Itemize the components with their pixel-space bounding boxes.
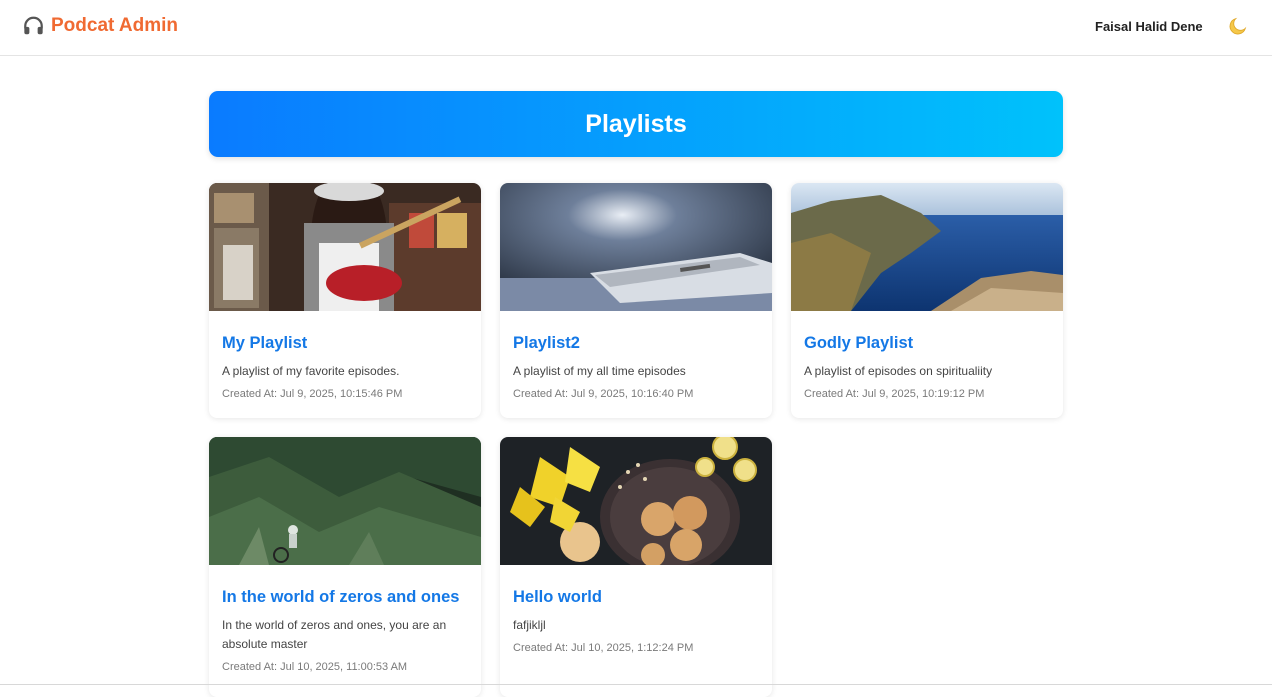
playlist-description: In the world of zeros and ones, you are … — [222, 618, 447, 651]
playlist-description: fafjikljl — [513, 618, 546, 632]
playlist-description: A playlist of my favorite episodes. — [222, 364, 400, 378]
page-title: Playlists — [585, 110, 687, 138]
playlist-cover-image — [209, 437, 481, 565]
playlist-created-at: Created At: Jul 10, 2025, 1:12:24 PM — [513, 642, 694, 654]
brand-title: Podcat Admin — [51, 15, 179, 36]
theme-toggle-button[interactable] — [1226, 15, 1250, 39]
playlist-cover-image — [209, 183, 481, 311]
brand-link[interactable]: Podcat Admin — [22, 15, 178, 37]
playlist-description: A playlist of my all time episodes — [513, 364, 686, 378]
headphones-icon — [22, 15, 45, 37]
user-name[interactable]: Faisal Halid Dene — [1095, 19, 1203, 35]
playlist-title[interactable]: In the world of zeros and ones — [222, 587, 468, 607]
playlist-cover-image — [500, 183, 772, 311]
playlist-card[interactable]: Godly Playlist A playlist of episodes on… — [791, 183, 1063, 418]
moon-icon — [1227, 15, 1249, 40]
playlist-created-at: Created At: Jul 9, 2025, 10:19:12 PM — [804, 388, 985, 400]
playlist-title[interactable]: My Playlist — [222, 333, 468, 353]
playlist-card[interactable]: Hello world fafjikljl Created At: Jul 10… — [500, 437, 772, 697]
playlist-title[interactable]: Hello world — [513, 587, 759, 607]
top-navbar: Podcat Admin Faisal Halid Dene — [0, 0, 1272, 56]
page-banner: Playlists — [209, 91, 1063, 157]
playlist-card[interactable]: In the world of zeros and ones In the wo… — [209, 437, 481, 697]
playlist-cover-image — [791, 183, 1063, 311]
playlist-created-at: Created At: Jul 10, 2025, 11:00:53 AM — [222, 661, 408, 673]
playlist-created-at: Created At: Jul 9, 2025, 10:16:40 PM — [513, 388, 694, 400]
playlist-title[interactable]: Playlist2 — [513, 333, 759, 353]
playlist-card[interactable]: Playlist2 A playlist of my all time epis… — [500, 183, 772, 418]
playlist-cover-image — [500, 437, 772, 565]
playlist-title[interactable]: Godly Playlist — [804, 333, 1050, 353]
playlist-created-at: Created At: Jul 9, 2025, 10:15:46 PM — [222, 388, 403, 400]
playlist-description: A playlist of episodes on spiritualiity — [804, 364, 993, 378]
playlist-card[interactable]: My Playlist A playlist of my favorite ep… — [209, 183, 481, 418]
